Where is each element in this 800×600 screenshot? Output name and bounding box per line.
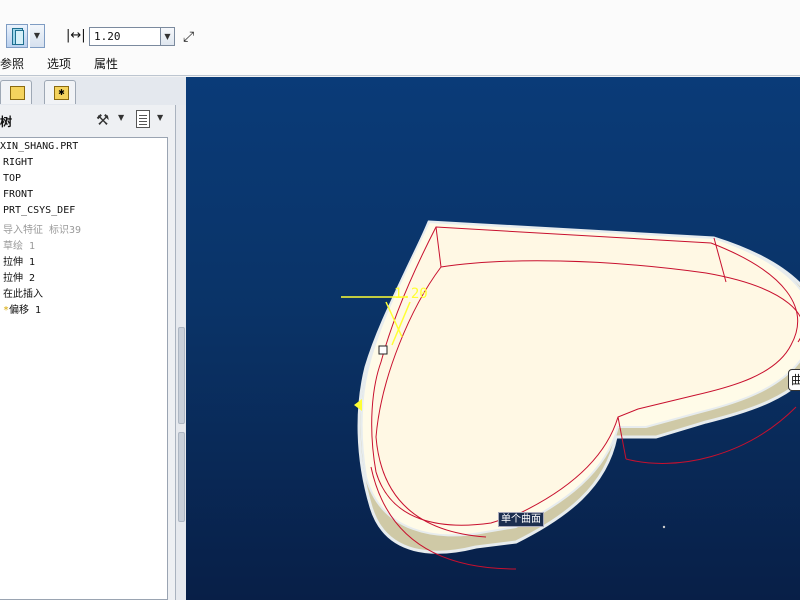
tree-item-csys[interactable]: PRT_CSYS_DEF: [3, 205, 75, 216]
tree-item-right[interactable]: RIGHT: [3, 157, 33, 168]
tree-item-import-feature[interactable]: 导入特征 标识39: [3, 221, 81, 236]
graphics-window[interactable]: 1.20 单个曲面 曲: [186, 77, 800, 600]
surface-selection-label: 单个曲面: [498, 512, 544, 527]
tree-item-extrude-2[interactable]: 拉伸 2: [3, 269, 35, 284]
solid-thicken-icon[interactable]: [6, 24, 28, 48]
heart-shell-model[interactable]: [186, 77, 800, 600]
tree-item-offset[interactable]: *偏移 1: [3, 301, 41, 316]
tab-references[interactable]: 参照: [0, 55, 24, 72]
tab-model-tree[interactable]: [0, 80, 32, 104]
splitter-grip[interactable]: [178, 432, 185, 522]
settings-tools-icon[interactable]: ⚒: [96, 111, 114, 129]
tab-properties[interactable]: 属性: [94, 55, 118, 72]
thickness-input[interactable]: [89, 27, 161, 46]
tree-item-sketch[interactable]: 草绘 1: [3, 237, 35, 252]
tab-options[interactable]: 选项: [47, 55, 71, 72]
thickness-dimension-label[interactable]: 1.20: [394, 286, 428, 302]
navigator-panel: 树 ⚒ ▼ ▼ XIN_SHANG.PRT RIGHT TOP FRONT PR…: [0, 105, 176, 600]
side-tag-label[interactable]: 曲: [788, 369, 800, 391]
flip-direction-icon[interactable]: ⤢: [183, 27, 203, 47]
direction-arrow-icon[interactable]: [354, 399, 362, 411]
model-tree-icon: [10, 86, 25, 100]
tree-filter-icon[interactable]: [136, 110, 150, 128]
thickness-dimension-icon: |↔|: [66, 28, 86, 43]
tree-item-top[interactable]: TOP: [3, 173, 21, 184]
tree-item-extrude-1[interactable]: 拉伸 1: [3, 253, 35, 268]
tree-item-part[interactable]: XIN_SHANG.PRT: [0, 141, 78, 152]
navigator-tabs: ✱: [0, 77, 186, 105]
chevron-down-icon[interactable]: ▼: [30, 24, 45, 48]
model-tree: XIN_SHANG.PRT RIGHT TOP FRONT PRT_CSYS_D…: [0, 137, 168, 600]
model-point: [662, 525, 666, 529]
model-tree-header: 树 ⚒ ▼ ▼: [0, 105, 175, 135]
chevron-down-icon[interactable]: ▼: [118, 113, 124, 122]
tree-item-front[interactable]: FRONT: [3, 189, 33, 200]
panel-splitter[interactable]: [176, 105, 186, 600]
tab-folder-browser[interactable]: ✱: [44, 80, 76, 104]
chevron-down-icon[interactable]: ▼: [157, 113, 163, 122]
tree-item-label: 偏移 1: [9, 305, 42, 316]
model-tree-title: 树: [0, 115, 13, 129]
folder-browser-icon: ✱: [54, 86, 69, 100]
splitter-grip[interactable]: [178, 327, 185, 424]
thickness-dropdown-button[interactable]: ▼: [160, 27, 175, 46]
drag-handle[interactable]: [378, 345, 388, 355]
tree-item-insert-here[interactable]: 在此插入: [3, 285, 43, 300]
feature-dashboard: ▼ |↔| ▼ ⤢ 参照 选项 属性: [0, 0, 800, 76]
